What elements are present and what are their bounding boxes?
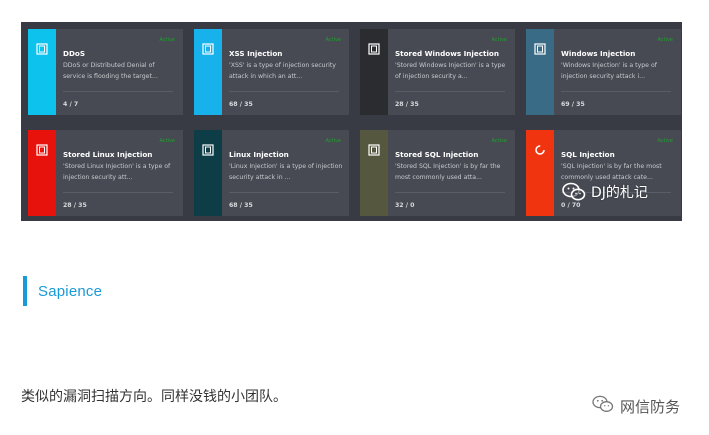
card-title: Stored Windows Injection <box>395 49 499 58</box>
footer-watermark-text: 网信防务 <box>620 398 681 416</box>
status-label: Active <box>491 138 507 144</box>
card-divider <box>63 192 173 193</box>
document-icon <box>202 144 214 156</box>
card-accent-stripe <box>28 29 56 115</box>
wechat-icon <box>592 395 614 418</box>
document-icon <box>534 43 546 55</box>
status-label: Active <box>159 138 175 144</box>
card-accent-stripe <box>360 130 388 216</box>
card-counts: 68 / 35 <box>229 202 253 209</box>
document-icon <box>368 43 380 55</box>
status-label: Active <box>657 37 673 43</box>
card-divider <box>63 91 173 92</box>
card-counts: 0 / 70 <box>561 202 581 209</box>
document-icon <box>202 43 214 55</box>
card-sql-injection[interactable]: Active SQL Injection 'SQL Injection' is … <box>526 130 681 216</box>
document-icon <box>36 43 48 55</box>
card-accent-stripe <box>194 29 222 115</box>
card-description: 'Stored Linux Injection' is a type of inj… <box>63 163 171 181</box>
refresh-circle-icon <box>534 144 546 156</box>
card-description: 'Stored SQL Injection' is by far the most… <box>395 163 501 181</box>
card-divider <box>561 91 671 92</box>
card-counts: 4 / 7 <box>63 101 79 108</box>
card-stored-windows-injection[interactable]: Active Stored Windows Injection 'Stored … <box>360 29 515 115</box>
card-counts: 32 / 0 <box>395 202 415 209</box>
card-title: XSS Injection <box>229 49 283 58</box>
card-title: Stored Linux Injection <box>63 150 153 159</box>
card-counts: 28 / 35 <box>395 101 419 108</box>
card-stored-linux-injection[interactable]: Active Stored Linux Injection 'Stored Li… <box>28 130 183 216</box>
status-label: Active <box>325 37 341 43</box>
section-accent-bar <box>23 276 27 306</box>
card-title: Stored SQL Injection <box>395 150 479 159</box>
card-divider <box>229 192 339 193</box>
card-xss-injection[interactable]: Active XSS Injection 'XSS' is a type of … <box>194 29 349 115</box>
card-title: Linux Injection <box>229 150 289 159</box>
status-label: Active <box>657 138 673 144</box>
card-accent-stripe <box>526 130 554 216</box>
document-icon <box>368 144 380 156</box>
card-counts: 69 / 35 <box>561 101 585 108</box>
card-title: DDoS <box>63 49 86 58</box>
card-stored-sql-injection[interactable]: Active Stored SQL Injection 'Stored SQL … <box>360 130 515 216</box>
card-counts: 28 / 35 <box>63 202 87 209</box>
card-accent-stripe <box>360 29 388 115</box>
card-description: 'Linux Injection' is a type of injection… <box>229 163 343 181</box>
card-counts: 68 / 35 <box>229 101 253 108</box>
wechat-icon <box>562 182 586 202</box>
card-description: 'XSS' is a type of injection security att… <box>229 62 336 80</box>
body-paragraph: 类似的漏洞扫描方向。同样没钱的小团队。 <box>21 389 287 405</box>
card-title: SQL Injection <box>561 150 615 159</box>
watermark-text: DJ的札记 <box>591 185 648 201</box>
card-description: 'SQL Injection' is by far the most common… <box>561 163 662 181</box>
card-divider <box>395 91 505 92</box>
card-linux-injection[interactable]: Active Linux Injection 'Linux Injection'… <box>194 130 349 216</box>
card-accent-stripe <box>28 130 56 216</box>
card-divider <box>395 192 505 193</box>
status-label: Active <box>325 138 341 144</box>
card-accent-stripe <box>526 29 554 115</box>
card-title: Windows Injection <box>561 49 636 58</box>
document-icon <box>36 144 48 156</box>
status-label: Active <box>159 37 175 43</box>
status-label: Active <box>491 37 507 43</box>
footer-watermark: 网信防务 <box>592 395 680 418</box>
section-title: Sapience <box>38 283 103 300</box>
card-windows-injection[interactable]: Active Windows Injection 'Windows Inject… <box>526 29 681 115</box>
card-divider <box>229 91 339 92</box>
card-ddos[interactable]: Active DDoS DDoS or Distributed Denial o… <box>28 29 183 115</box>
card-accent-stripe <box>194 130 222 216</box>
image-watermark: DJ的札记 <box>562 181 648 203</box>
card-description: 'Windows Injection' is a type of injectio… <box>561 62 657 80</box>
card-description: 'Stored Windows Injection' is a type of i… <box>395 62 506 80</box>
card-description: DDoS or Distributed Denial of service is … <box>63 62 158 80</box>
